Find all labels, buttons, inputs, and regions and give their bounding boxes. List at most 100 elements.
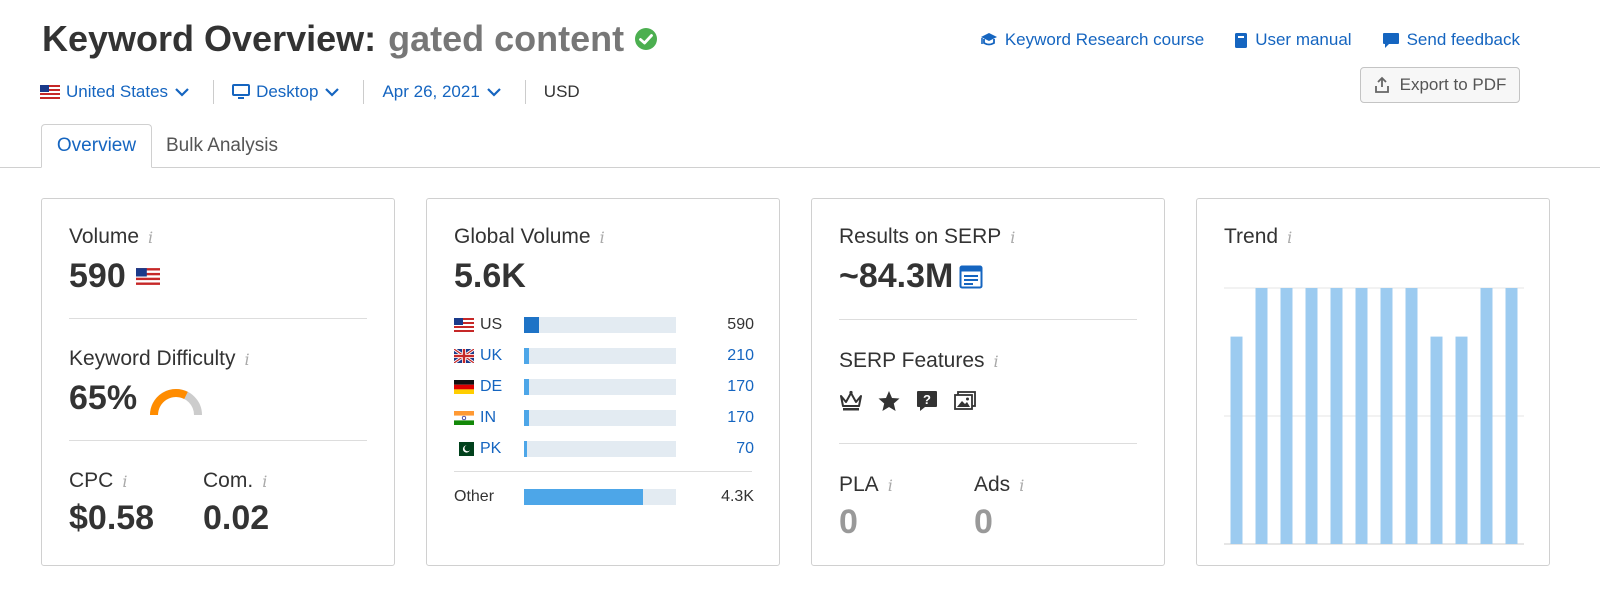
filter-divider xyxy=(363,80,365,104)
volume-bar-fill xyxy=(524,489,643,505)
send-feedback-link[interactable]: Send feedback xyxy=(1382,30,1520,50)
image-icon[interactable] xyxy=(953,390,977,412)
trend-bar[interactable] xyxy=(1430,336,1443,544)
pla-label-row: PLA i xyxy=(839,473,893,497)
trend-bar[interactable] xyxy=(1355,288,1368,544)
volume-bar-track xyxy=(524,348,676,364)
device-dropdown[interactable]: Desktop xyxy=(232,82,345,102)
filter-bar: United States Desktop Apr 26, 2021 USD xyxy=(40,80,580,104)
info-icon[interactable]: i xyxy=(148,228,153,247)
tab-bar: Overview Bulk Analysis xyxy=(0,124,1600,168)
card-divider xyxy=(454,471,752,472)
trend-bar[interactable] xyxy=(1305,288,1318,544)
info-icon[interactable]: i xyxy=(262,472,267,491)
tab-overview[interactable]: Overview xyxy=(41,124,152,168)
question-icon[interactable]: ? xyxy=(915,389,939,413)
database-label: United States xyxy=(66,82,169,101)
country-volume: 170 xyxy=(727,378,754,395)
country-volume: 170 xyxy=(727,409,754,426)
volume-bar-track xyxy=(524,379,676,395)
kd-value: 65% xyxy=(69,379,138,417)
speech-bubble-icon xyxy=(1382,32,1399,48)
country-row-in[interactable]: IN 170 xyxy=(454,408,754,428)
book-icon xyxy=(1235,32,1248,48)
volume-bar-track xyxy=(524,441,676,457)
country-code: DE xyxy=(480,378,503,395)
serp-features-label: SERP Features xyxy=(839,349,985,372)
trend-bar[interactable] xyxy=(1280,288,1293,544)
trend-chart xyxy=(1224,287,1524,545)
ads-label: Ads xyxy=(974,473,1011,496)
trend-bar[interactable] xyxy=(1455,336,1468,544)
info-icon[interactable]: i xyxy=(1010,228,1015,247)
trend-bar[interactable] xyxy=(1255,288,1268,544)
country-code: IN xyxy=(480,409,496,426)
export-pdf-button[interactable]: Export to PDF xyxy=(1360,67,1520,103)
chevron-down-icon xyxy=(487,87,501,97)
export-label: Export to PDF xyxy=(1399,75,1507,94)
info-icon[interactable]: i xyxy=(245,350,250,369)
com-value: 0.02 xyxy=(203,499,270,537)
page-header: Keyword Overview: gated content xyxy=(42,18,658,60)
trend-card: Trend i xyxy=(1196,198,1550,566)
cpc-label-row: CPC i xyxy=(69,469,127,493)
keyword-text: gated content xyxy=(388,18,625,59)
chevron-down-icon xyxy=(325,87,340,97)
keyword-research-course-link[interactable]: Keyword Research course xyxy=(980,30,1204,50)
uk-flag-icon xyxy=(454,349,474,363)
graduation-cap-icon xyxy=(980,33,997,46)
top-links: Keyword Research course User manual Send… xyxy=(950,30,1520,50)
volume-bar-fill xyxy=(524,348,530,364)
pla-value: 0 xyxy=(839,503,858,541)
volume-bar-fill xyxy=(524,410,529,426)
crown-icon[interactable] xyxy=(839,390,863,412)
card-divider xyxy=(69,318,367,319)
trend-label-row: Trend i xyxy=(1224,225,1292,249)
info-icon[interactable]: i xyxy=(122,472,127,491)
serp-features-list: ? xyxy=(839,389,991,413)
trend-bar[interactable] xyxy=(1330,288,1343,544)
country-volume: 210 xyxy=(727,347,754,364)
com-label: Com. xyxy=(203,469,254,492)
country-row-de[interactable]: DE 170 xyxy=(454,377,754,397)
volume-bar-track xyxy=(524,489,676,505)
country-row-pk[interactable]: PK 70 xyxy=(454,439,754,459)
country-row-uk[interactable]: UK 210 xyxy=(454,346,754,366)
volume-label: Volume xyxy=(69,225,140,248)
info-icon[interactable]: i xyxy=(994,352,999,371)
com-label-row: Com. i xyxy=(203,469,267,493)
volume-value-row: 590 xyxy=(69,257,160,296)
filter-divider xyxy=(213,80,215,104)
info-icon[interactable]: i xyxy=(600,228,605,247)
course-link-label: Keyword Research course xyxy=(1004,30,1205,49)
ads-value: 0 xyxy=(974,503,993,541)
volume-bar-fill xyxy=(524,441,528,457)
cpc-label: CPC xyxy=(69,469,114,492)
info-icon[interactable]: i xyxy=(1019,476,1024,495)
trend-bar[interactable] xyxy=(1405,288,1418,544)
star-icon[interactable] xyxy=(877,390,901,412)
results-value: ~84.3M xyxy=(839,257,954,295)
page-title: Keyword Overview: gated content xyxy=(42,18,658,60)
serp-snapshot-icon[interactable] xyxy=(959,265,983,289)
country-row-us[interactable]: US 590 xyxy=(454,315,754,335)
other-volume: 4.3K xyxy=(721,488,754,505)
database-dropdown[interactable]: United States xyxy=(40,82,195,102)
volume-label-row: Volume i xyxy=(69,225,153,249)
results-label: Results on SERP xyxy=(839,225,1002,248)
trend-label: Trend xyxy=(1224,225,1279,248)
country-volume: 70 xyxy=(736,440,754,457)
trend-bar[interactable] xyxy=(1480,288,1493,544)
us-flag-icon xyxy=(454,318,474,332)
info-icon[interactable]: i xyxy=(1287,228,1292,247)
trend-bar[interactable] xyxy=(1380,288,1393,544)
trend-bar[interactable] xyxy=(1505,288,1518,544)
date-dropdown[interactable]: Apr 26, 2021 xyxy=(382,82,506,102)
volume-bar-fill xyxy=(524,317,540,333)
info-icon[interactable]: i xyxy=(888,476,893,495)
trend-bar[interactable] xyxy=(1230,336,1243,544)
title-label: Keyword Overview: xyxy=(42,18,377,59)
difficulty-gauge-icon xyxy=(150,388,203,415)
tab-bulk-analysis[interactable]: Bulk Analysis xyxy=(166,124,278,168)
user-manual-link[interactable]: User manual xyxy=(1234,30,1352,50)
